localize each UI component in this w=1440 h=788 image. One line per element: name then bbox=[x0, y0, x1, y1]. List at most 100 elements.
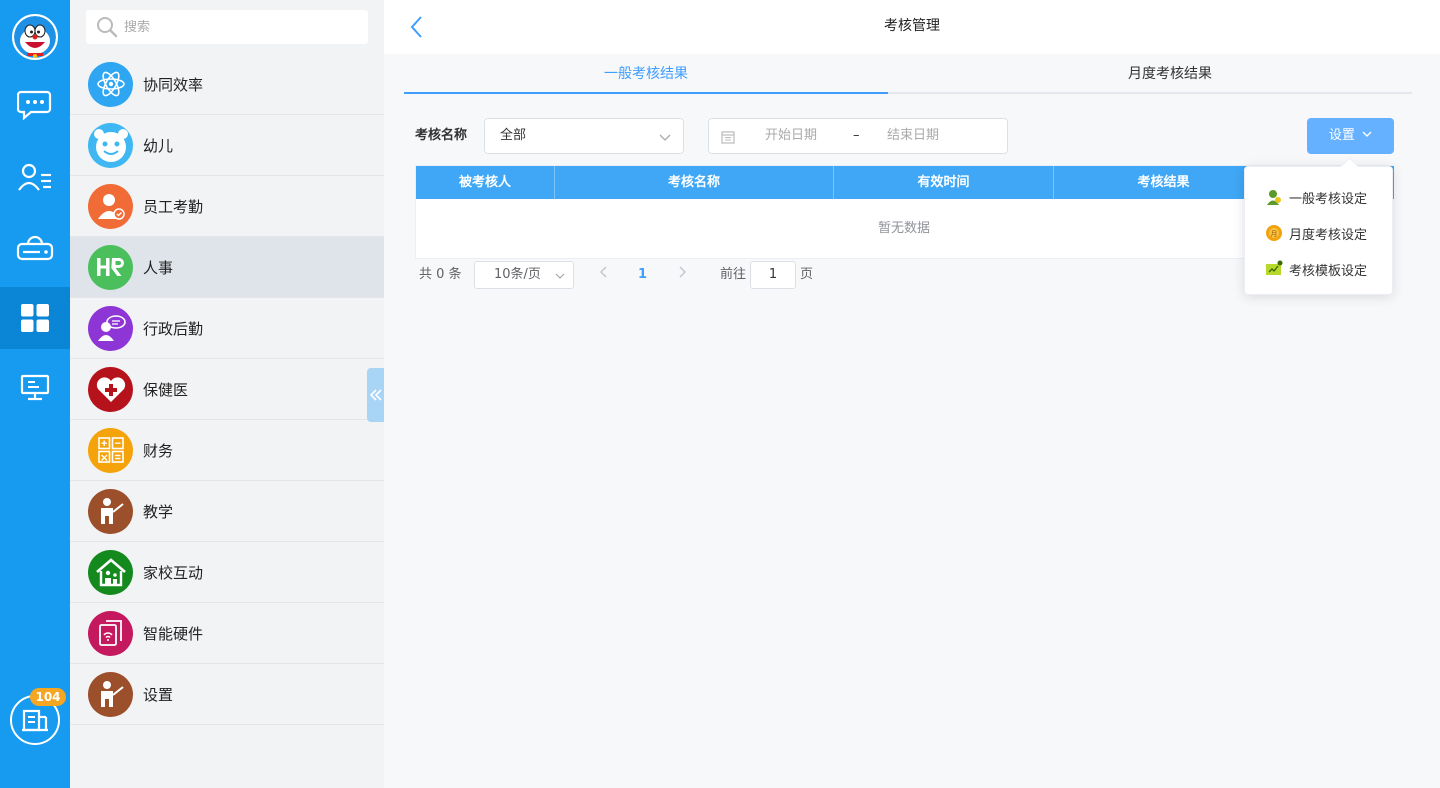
page-size-select[interactable]: 10条/页 bbox=[474, 261, 574, 289]
monitor-icon bbox=[20, 374, 50, 401]
settings-person-icon bbox=[88, 671, 133, 717]
page-title: 考核管理 bbox=[884, 18, 940, 34]
sidebar-item-label: 智能硬件 bbox=[143, 624, 204, 643]
menu-item-monthly-review-setting[interactable]: 月 月度考核设定 bbox=[1245, 215, 1392, 251]
child-face-icon bbox=[88, 122, 133, 168]
sidebar-item-label: 保健医 bbox=[143, 380, 189, 399]
sidebar-item-label: 教学 bbox=[143, 502, 174, 521]
sidebar-item-children[interactable]: 幼儿 bbox=[70, 115, 384, 176]
chevron-down-icon bbox=[659, 134, 671, 141]
sidebar-item-settings[interactable]: 设置 bbox=[70, 664, 384, 725]
menu-item-label: 考核模板设定 bbox=[1289, 263, 1368, 279]
sidebar-item-home-school[interactable]: 家校互动 bbox=[70, 542, 384, 603]
calendar-icon bbox=[721, 131, 735, 144]
page-number[interactable]: 1 bbox=[638, 261, 647, 289]
home-school-icon bbox=[88, 549, 133, 595]
chevron-right-icon bbox=[679, 266, 686, 278]
goto-label: 前往 bbox=[720, 267, 747, 282]
finance-calculator-icon bbox=[88, 427, 133, 473]
hr-icon bbox=[88, 244, 133, 290]
sidebar-item-label: 协同效率 bbox=[143, 75, 204, 94]
chevron-left-icon bbox=[600, 266, 607, 278]
notification-badge: 104 bbox=[30, 688, 66, 706]
settings-dropdown-button[interactable]: 设置 bbox=[1307, 118, 1394, 154]
rail-apps-button[interactable] bbox=[0, 287, 70, 349]
settings-button-label: 设置 bbox=[1328, 128, 1355, 143]
result-tabs: 一般考核结果 月度考核结果 bbox=[404, 56, 1412, 94]
admin-icon bbox=[88, 305, 133, 351]
sidebar-item-smart-hardware[interactable]: 智能硬件 bbox=[70, 603, 384, 664]
svg-text:月: 月 bbox=[1271, 230, 1278, 238]
review-name-label: 考核名称 bbox=[415, 128, 468, 143]
date-separator: – bbox=[853, 128, 860, 143]
teaching-icon bbox=[88, 488, 133, 534]
sidebar-collapse-button[interactable] bbox=[367, 368, 384, 422]
general-review-icon bbox=[1267, 190, 1281, 205]
start-date-input[interactable]: 开始日期 bbox=[765, 119, 817, 153]
sidebar-item-label: 家校互动 bbox=[143, 563, 204, 582]
prev-page-button[interactable] bbox=[599, 261, 609, 289]
smart-hardware-icon bbox=[88, 610, 133, 656]
double-chevron-left-icon bbox=[369, 389, 382, 401]
page-size-value: 10条/页 bbox=[494, 267, 541, 282]
sidebar-item-health[interactable]: 保健医 bbox=[70, 359, 384, 420]
total-count: 共 0 条 bbox=[419, 267, 462, 282]
rail-contacts-button[interactable] bbox=[0, 146, 70, 208]
search-box[interactable] bbox=[86, 10, 368, 44]
cloud-drive-icon bbox=[16, 235, 54, 261]
chevron-down-icon bbox=[1362, 131, 1372, 137]
next-page-button[interactable] bbox=[677, 261, 687, 289]
module-menu: 协同效率 幼儿 员工考勤 人事 行政后勤 保健医 财务 教学 家校互动 智能硬件… bbox=[70, 54, 384, 725]
tab-monthly-results[interactable]: 月度考核结果 bbox=[928, 56, 1412, 94]
atom-icon bbox=[88, 61, 133, 107]
search-input[interactable] bbox=[124, 19, 354, 35]
sidebar-item-admin[interactable]: 行政后勤 bbox=[70, 298, 384, 359]
sidebar-item-label: 人事 bbox=[143, 258, 174, 277]
settings-dropdown-menu: 一般考核设定 月 月度考核设定 考核模板设定 bbox=[1244, 166, 1393, 295]
column-header: 有效时间 bbox=[834, 166, 1054, 199]
sidebar-item-label: 员工考勤 bbox=[143, 197, 204, 216]
review-name-select[interactable]: 全部 bbox=[484, 118, 684, 154]
monthly-review-icon: 月 bbox=[1266, 225, 1282, 241]
staff-attendance-icon bbox=[88, 183, 133, 229]
page-unit-label: 页 bbox=[800, 267, 814, 282]
module-sidebar: 协同效率 幼儿 员工考勤 人事 行政后勤 bbox=[70, 0, 384, 788]
sidebar-item-label: 财务 bbox=[143, 441, 174, 460]
tab-general-results[interactable]: 一般考核结果 bbox=[404, 56, 888, 94]
apps-grid-icon bbox=[21, 304, 49, 332]
search-icon bbox=[97, 17, 118, 38]
goto-page-input[interactable]: 1 bbox=[750, 261, 796, 289]
date-range-picker[interactable]: 开始日期 – 结束日期 bbox=[708, 118, 1008, 154]
sidebar-item-teaching[interactable]: 教学 bbox=[70, 481, 384, 542]
end-date-input[interactable]: 结束日期 bbox=[887, 119, 939, 153]
template-review-icon bbox=[1266, 260, 1283, 275]
select-value: 全部 bbox=[500, 128, 527, 143]
sidebar-item-label: 设置 bbox=[143, 685, 174, 704]
sidebar-item-collaboration[interactable]: 协同效率 bbox=[70, 54, 384, 115]
building-icon bbox=[22, 709, 48, 732]
menu-item-general-review-setting[interactable]: 一般考核设定 bbox=[1245, 179, 1392, 215]
menu-item-template-review-setting[interactable]: 考核模板设定 bbox=[1245, 251, 1392, 287]
chat-icon bbox=[17, 90, 52, 120]
sidebar-item-label: 行政后勤 bbox=[143, 319, 204, 338]
rail-cloud-drive-button[interactable] bbox=[0, 216, 70, 278]
main-content: 考核管理 一般考核结果 月度考核结果 考核名称 全部 开始日期 – 结束日期 设… bbox=[384, 0, 1440, 788]
sidebar-item-label: 幼儿 bbox=[143, 136, 174, 155]
sidebar-item-finance[interactable]: 财务 bbox=[70, 420, 384, 481]
sidebar-item-hr[interactable]: 人事 bbox=[70, 237, 384, 298]
column-header: 考核名称 bbox=[555, 166, 834, 199]
health-heart-icon bbox=[88, 366, 133, 412]
menu-item-label: 一般考核设定 bbox=[1289, 191, 1368, 207]
rail-chat-button[interactable] bbox=[0, 72, 70, 134]
left-rail: 104 bbox=[0, 0, 70, 788]
column-header: 考核结果 bbox=[1054, 166, 1274, 199]
rail-monitor-button[interactable] bbox=[0, 356, 70, 418]
menu-item-label: 月度考核设定 bbox=[1289, 227, 1368, 243]
contacts-icon bbox=[18, 163, 51, 191]
sidebar-item-staff-attendance[interactable]: 员工考勤 bbox=[70, 176, 384, 237]
doraemon-avatar-icon bbox=[14, 16, 56, 58]
column-header: 被考核人 bbox=[416, 166, 555, 199]
chevron-down-icon bbox=[555, 273, 565, 279]
avatar[interactable] bbox=[12, 14, 58, 60]
top-bar: 考核管理 bbox=[384, 0, 1440, 54]
